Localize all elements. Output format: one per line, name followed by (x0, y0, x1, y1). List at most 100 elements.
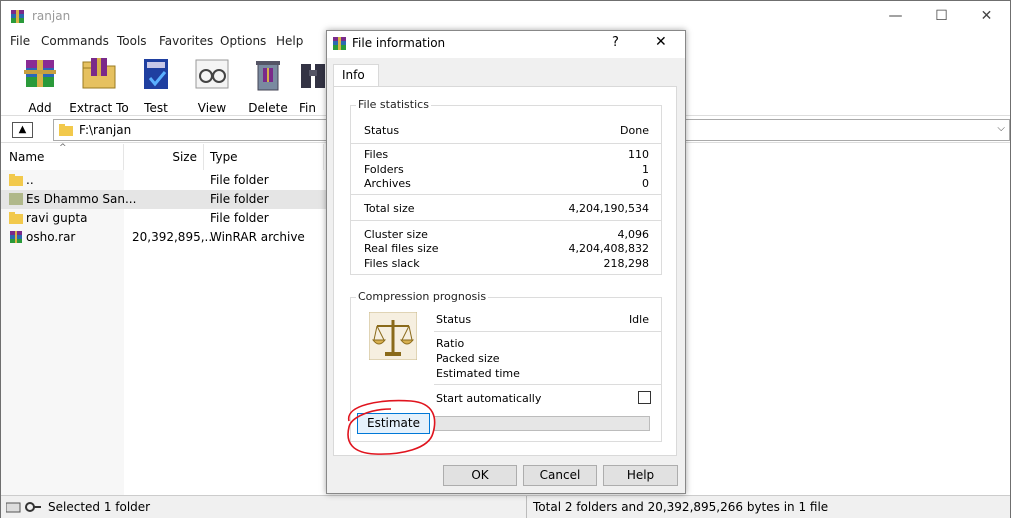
stat-archives-value: 0 (642, 177, 649, 190)
find-label: Fin (299, 101, 316, 115)
scales-icon (369, 312, 417, 360)
divider (351, 194, 661, 195)
file-type: File folder (210, 211, 269, 225)
stat-files-slack-label: Files slack (364, 257, 420, 270)
prognosis-status-label: Status (436, 313, 472, 326)
maximize-button[interactable]: ☐ (919, 1, 964, 32)
stat-status-label: Status (364, 124, 400, 137)
menu-tools[interactable]: Tools (117, 34, 147, 48)
find-button[interactable]: Fin (299, 56, 327, 115)
stat-files-label: Files (364, 148, 389, 161)
table-row-selected[interactable]: Es Dhammo San... File folder (1, 190, 327, 209)
start-automatically-checkbox[interactable] (638, 391, 651, 404)
help-label: Help (626, 468, 655, 482)
close-icon: ✕ (980, 8, 993, 24)
drive-key-icon (6, 502, 41, 513)
add-archive-icon (24, 60, 56, 87)
prognosis-estimated-time-label: Estimated time (436, 367, 520, 380)
close-icon[interactable]: ✕ (655, 34, 667, 50)
up-arrow-icon: ▲ (18, 124, 27, 135)
column-header-type[interactable]: Type (204, 144, 324, 170)
column-header-name[interactable]: Name ^ (1, 143, 124, 170)
window-title: ranjan (32, 9, 71, 23)
start-automatically-label: Start automatically (436, 392, 542, 405)
menu-commands[interactable]: Commands (41, 34, 109, 48)
ok-button[interactable]: OK (443, 465, 517, 486)
test-archive-icon (144, 59, 168, 89)
table-row[interactable]: .. File folder (1, 171, 327, 190)
rar-archive-icon (10, 231, 22, 243)
estimate-progress-bar (434, 416, 650, 431)
test-button[interactable]: Test (133, 56, 179, 115)
stat-folders-value: 1 (642, 163, 649, 176)
file-name: .. (26, 173, 34, 187)
find-binoculars-icon (301, 64, 325, 88)
red-circle-annotation (347, 399, 436, 455)
dialog-title-bar: File information ? ✕ (327, 31, 685, 58)
status-selection: Selected 1 folder (48, 500, 151, 514)
divider (434, 331, 661, 332)
file-type: File folder (210, 173, 269, 187)
compression-prognosis-title: Compression prognosis (356, 290, 489, 303)
divider (351, 220, 661, 221)
sort-ascending-icon: ^ (59, 143, 67, 153)
extract-to-label: Extract To (69, 101, 129, 115)
winrar-app-icon (333, 37, 346, 50)
delete-label: Delete (248, 101, 288, 115)
menu-favorites[interactable]: Favorites (159, 34, 213, 48)
stat-cluster-size-label: Cluster size (364, 228, 428, 241)
menu-help[interactable]: Help (276, 34, 303, 48)
ok-label: OK (471, 468, 489, 482)
chevron-down-icon[interactable]: ⌵ (997, 123, 1005, 134)
close-button[interactable]: ✕ (964, 1, 1009, 32)
delete-bin-icon (256, 61, 280, 91)
tab-info[interactable]: Info (333, 64, 379, 87)
menu-options[interactable]: Options (220, 34, 266, 48)
stat-archives-label: Archives (364, 177, 411, 190)
stat-files-slack-value: 218,298 (603, 257, 650, 270)
folder-icon (9, 193, 23, 205)
minimize-icon: — (888, 8, 903, 24)
menu-file[interactable]: File (10, 34, 30, 48)
winrar-app-icon (11, 10, 24, 23)
cancel-button[interactable]: Cancel (523, 465, 597, 486)
test-label: Test (144, 101, 168, 115)
stat-cluster-size-value: 4,096 (617, 228, 650, 241)
stat-real-size-label: Real files size (364, 242, 439, 255)
delete-button[interactable]: Delete (245, 56, 291, 115)
folder-icon (9, 174, 23, 186)
view-label: View (197, 101, 227, 115)
file-type: WinRAR archive (210, 230, 305, 244)
prognosis-ratio-label: Ratio (436, 337, 465, 350)
up-folder-button[interactable]: ▲ (12, 122, 33, 138)
help-icon[interactable]: ? (612, 35, 619, 50)
file-statistics-title: File statistics (356, 98, 431, 111)
minimize-button[interactable]: — (873, 1, 918, 32)
column-name-label: Name (9, 150, 45, 164)
winrar-window: ranjan — ☐ ✕ File Commands Tools Favorit… (0, 0, 1011, 518)
view-glasses-icon (195, 59, 229, 89)
column-size-label: Size (172, 150, 197, 164)
dialog-title: File information (352, 36, 446, 50)
stat-total-size-value: 4,204,190,534 (568, 202, 649, 215)
cancel-label: Cancel (539, 468, 581, 482)
file-size: 20,392,895,... (132, 230, 216, 244)
view-button[interactable]: View (189, 56, 235, 115)
status-bar: Selected 1 folder Total 2 folders and 20… (1, 495, 1010, 518)
prognosis-status-value: Idle (628, 313, 649, 326)
divider (434, 384, 661, 385)
column-header-size[interactable]: Size (124, 144, 204, 170)
help-button[interactable]: Help (603, 465, 678, 486)
table-row[interactable]: osho.rar 20,392,895,... WinRAR archive (1, 228, 327, 247)
stat-total-size-label: Total size (364, 202, 415, 215)
stat-real-size-value: 4,204,408,832 (568, 242, 649, 255)
file-name: osho.rar (26, 230, 76, 244)
stat-folders-label: Folders (364, 163, 404, 176)
extract-to-button[interactable]: Extract To (69, 56, 129, 115)
status-divider (526, 496, 527, 518)
table-row[interactable]: ravi gupta File folder (1, 209, 327, 228)
add-button[interactable]: Add (15, 56, 65, 115)
divider (351, 143, 661, 144)
stat-status-value: Done (620, 124, 649, 137)
stat-files-value: 110 (628, 148, 649, 161)
